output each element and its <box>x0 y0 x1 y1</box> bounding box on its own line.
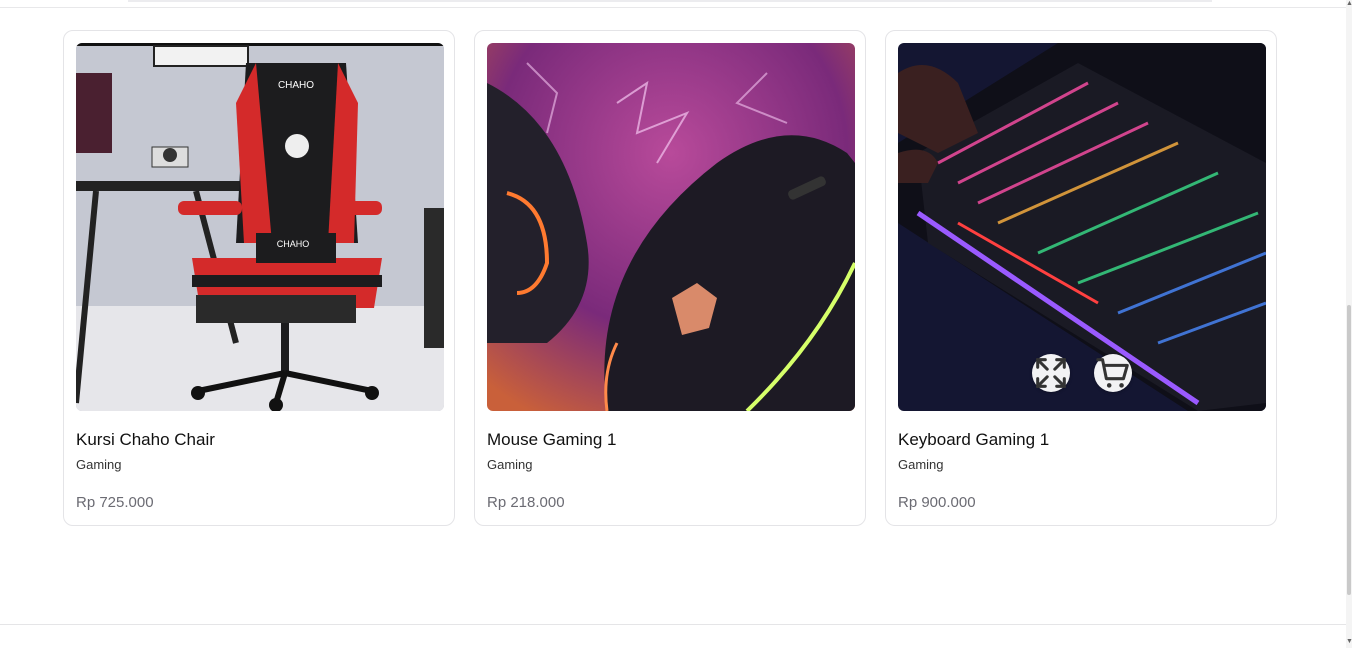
product-price: Rp 900.000 <box>898 494 976 511</box>
expand-icon <box>1036 358 1066 388</box>
chair-image: CHAHO CHAHO <box>76 43 444 411</box>
scroll-down-arrow-icon[interactable]: ▼ <box>1346 638 1352 646</box>
product-category: Gaming <box>898 457 944 472</box>
product-title[interactable]: Kursi Chaho Chair <box>76 430 215 450</box>
footer-divider <box>0 624 1346 625</box>
product-category: Gaming <box>487 457 533 472</box>
top-strip <box>128 0 1212 2</box>
keyboard-image <box>898 43 1266 411</box>
product-price: Rp 725.000 <box>76 494 154 511</box>
product-card[interactable]: Keyboard Gaming 1 Gaming Rp 900.000 <box>885 30 1277 526</box>
product-image-chair[interactable]: CHAHO CHAHO <box>76 43 444 411</box>
product-title[interactable]: Mouse Gaming 1 <box>487 430 616 450</box>
mouse-image <box>487 43 855 411</box>
product-card[interactable]: CHAHO CHAHO Kursi Chaho Chair Gaming Rp … <box>63 30 455 526</box>
svg-text:CHAHO: CHAHO <box>277 239 310 249</box>
add-to-cart-button[interactable] <box>1094 354 1132 392</box>
page-scrollbar[interactable] <box>1346 0 1352 648</box>
header-divider <box>0 7 1346 8</box>
expand-button[interactable] <box>1032 354 1070 392</box>
product-title[interactable]: Keyboard Gaming 1 <box>898 430 1049 450</box>
product-category: Gaming <box>76 457 122 472</box>
product-card[interactable]: Mouse Gaming 1 Gaming Rp 218.000 <box>474 30 866 526</box>
scroll-up-arrow-icon[interactable]: ▲ <box>1346 0 1352 8</box>
product-image-keyboard[interactable] <box>898 43 1266 411</box>
cart-icon <box>1096 358 1129 388</box>
product-image-mouse[interactable] <box>487 43 855 411</box>
product-price: Rp 218.000 <box>487 494 565 511</box>
scrollbar-thumb[interactable] <box>1347 305 1351 595</box>
chair-brand-text: CHAHO <box>278 80 314 91</box>
